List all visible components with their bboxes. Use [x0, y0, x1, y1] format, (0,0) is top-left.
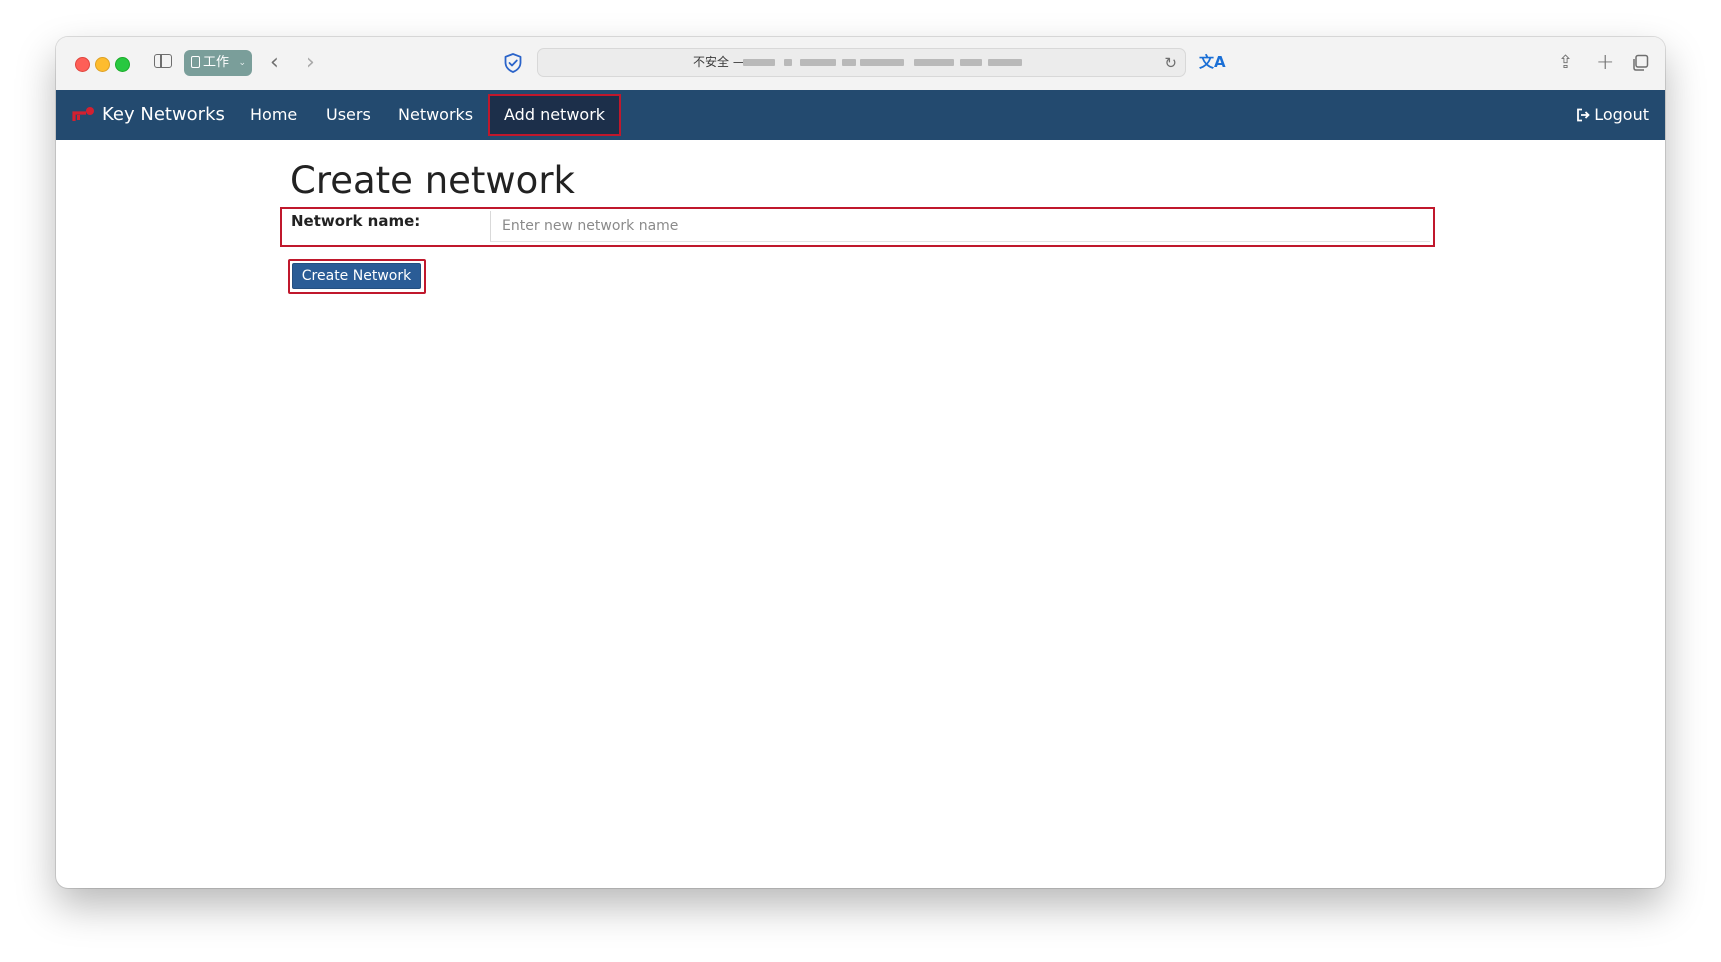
url-security-label: 不安全 — [693, 55, 745, 69]
sidebar-toggle-icon[interactable] [154, 54, 172, 68]
chevron-right-icon[interactable]: › [306, 49, 315, 77]
reload-icon[interactable]: ↻ [1164, 52, 1177, 74]
browser-window: 工作 ⌄ ‹ › 不安全 — ↻ 文A ⇪ + Key Networks Hom… [56, 37, 1665, 888]
minimize-window-button[interactable] [95, 57, 110, 72]
close-window-button[interactable] [75, 57, 90, 72]
create-network-button-frame: Create Network [288, 259, 426, 294]
nav-item-users[interactable]: Users [326, 90, 371, 140]
browser-toolbar: 工作 ⌄ ‹ › 不安全 — ↻ 文A ⇪ + [56, 37, 1665, 91]
url-redacted [743, 59, 775, 66]
shield-check-icon[interactable] [502, 52, 524, 74]
url-redacted [860, 59, 904, 66]
url-redacted [960, 59, 982, 66]
url-redacted [800, 59, 836, 66]
network-name-row: Network name: [280, 207, 1435, 247]
share-icon[interactable]: ⇪ [1558, 49, 1573, 77]
chevron-down-icon: ⌄ [238, 58, 246, 68]
brand-link[interactable]: Key Networks [72, 90, 225, 140]
page-title: Create network [290, 159, 575, 202]
create-network-button[interactable]: Create Network [292, 263, 421, 289]
network-name-label: Network name: [291, 212, 421, 230]
logout-label: Logout [1594, 105, 1649, 124]
nav-item-networks[interactable]: Networks [398, 90, 473, 140]
app-navbar: Key Networks Home Users Networks Add net… [56, 90, 1665, 140]
profile-switcher[interactable]: 工作 ⌄ [184, 50, 252, 76]
address-bar[interactable]: 不安全 — ↻ [537, 48, 1186, 77]
zoom-window-button[interactable] [115, 57, 130, 72]
logout-icon [1577, 108, 1590, 122]
network-name-input[interactable] [490, 211, 1430, 242]
profile-icon [191, 56, 200, 68]
logout-link[interactable]: Logout [1576, 90, 1649, 140]
url-redacted [842, 59, 856, 66]
plus-icon[interactable]: + [1596, 49, 1614, 77]
key-logo-icon [72, 107, 94, 121]
profile-label: 工作 [203, 55, 230, 70]
url-redacted [784, 59, 792, 66]
tab-overview-icon[interactable] [1631, 54, 1649, 72]
url-redacted [988, 59, 1022, 66]
nav-item-add-network[interactable]: Add network [488, 94, 622, 136]
nav-item-home[interactable]: Home [250, 90, 297, 140]
chevron-left-icon[interactable]: ‹ [270, 49, 279, 77]
url-redacted [914, 59, 954, 66]
brand-name: Key Networks [102, 104, 225, 125]
translate-icon[interactable]: 文A [1199, 51, 1226, 73]
